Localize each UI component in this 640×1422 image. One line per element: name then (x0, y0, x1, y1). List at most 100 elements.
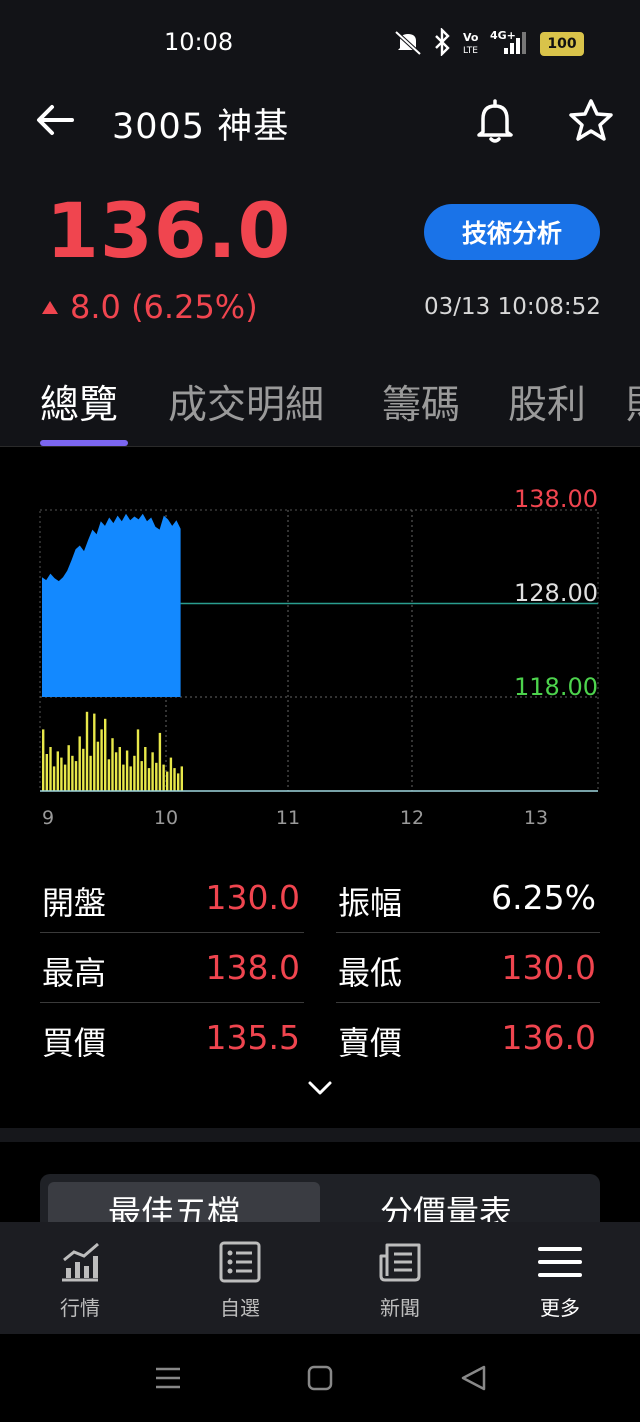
volume-bar (173, 768, 176, 791)
volume-bar (151, 752, 154, 791)
home-icon[interactable] (306, 1364, 334, 1392)
volume-bar (180, 766, 183, 791)
nav-item-news[interactable]: 新聞 (340, 1232, 460, 1328)
tab-transaction-details[interactable]: 成交明細 (168, 374, 324, 430)
nav-item-market[interactable]: 行情 (20, 1232, 140, 1328)
volume-bar (122, 764, 125, 791)
stat-label-open: 開盤 (42, 884, 107, 922)
price-change: 8.0 (6.25%) (42, 288, 258, 326)
stat-value-amplitude: 6.25% (491, 878, 596, 917)
price-label-mid: 128.00 (514, 579, 598, 607)
volume-bar (111, 738, 114, 791)
volte-icon: Vo LTE (463, 31, 479, 56)
stat-divider (40, 932, 304, 933)
back-arrow-icon[interactable] (32, 100, 78, 140)
svg-text:Vo: Vo (463, 31, 479, 44)
nav-item-watchlist[interactable]: 自選 (180, 1232, 300, 1328)
volume-bar (129, 766, 132, 791)
time-label-13: 13 (524, 807, 548, 829)
news-icon (379, 1243, 421, 1282)
stock-title: 3005 神基 (112, 107, 290, 147)
time-label-10: 10 (154, 807, 178, 829)
volume-bar (169, 757, 173, 791)
intraday-chart[interactable]: 138.00 128.00 118.00 9 10 11 12 13 (0, 480, 640, 830)
stat-value-open: 130.0 (205, 878, 300, 917)
volume-bar (74, 761, 78, 791)
volume-bar (177, 773, 180, 791)
stat-label-ask: 賣價 (338, 1024, 403, 1062)
bell-icon[interactable] (470, 96, 520, 146)
volume-bar (82, 748, 85, 791)
volume-bar (96, 741, 100, 791)
nav-label-news: 新聞 (380, 1296, 420, 1320)
volume-bar (125, 750, 129, 791)
nav-item-more[interactable]: 更多 (500, 1232, 620, 1328)
tab-chips[interactable]: 籌碼 (382, 374, 460, 430)
status-time: 10:08 (164, 28, 234, 56)
volume-bar (49, 747, 52, 791)
current-price: 136.0 (46, 186, 292, 275)
volume-bar (162, 764, 165, 791)
volume-bar (89, 755, 92, 791)
price-label-low: 118.00 (514, 673, 598, 701)
volume-bar (45, 754, 48, 791)
tab-overflow-partial[interactable]: 財 (626, 374, 640, 430)
time-label-9: 9 (42, 807, 54, 829)
volume-bar (166, 771, 169, 791)
volume-bar (147, 768, 151, 791)
volume-bar (63, 764, 67, 791)
battery-icon: 100 (540, 32, 584, 56)
stat-divider (40, 1002, 304, 1003)
technical-analysis-button[interactable]: 技術分析 (424, 204, 600, 260)
volume-bar (144, 747, 147, 791)
chevron-down-icon[interactable] (304, 1076, 336, 1100)
tab-overview[interactable]: 總覽 (40, 374, 118, 430)
stat-label-high: 最高 (42, 954, 107, 992)
nav-label-market: 行情 (60, 1296, 100, 1320)
menu-icon (538, 1247, 582, 1277)
bluetooth-icon (435, 28, 450, 56)
volume-bar (93, 713, 96, 791)
nav-label-more: 更多 (540, 1296, 580, 1320)
chart-icon (62, 1242, 99, 1282)
tab-dividend[interactable]: 股利 (508, 374, 586, 430)
stat-divider (336, 932, 600, 933)
volume-bar (42, 729, 45, 791)
price-change-value: 8.0 (6.25%) (70, 288, 258, 326)
volume-bar (85, 711, 89, 791)
volume-bar (107, 759, 111, 791)
quote-timestamp: 03/13 10:08:52 (424, 294, 601, 320)
up-arrow-icon (42, 300, 58, 314)
volume-bar (78, 736, 81, 791)
volume-bar (60, 757, 63, 791)
signal-icon: 4G+ (490, 29, 526, 54)
back-triangle-icon[interactable] (458, 1364, 488, 1392)
stat-value-high: 138.0 (205, 948, 300, 987)
volume-bar (56, 751, 59, 791)
volume-series (42, 711, 183, 791)
volume-bar (67, 745, 70, 791)
volume-bar (114, 752, 118, 791)
volume-bar (158, 732, 162, 791)
recent-apps-icon[interactable] (152, 1364, 184, 1392)
section-divider (0, 1128, 640, 1142)
stat-label-low: 最低 (338, 954, 403, 992)
time-label-11: 11 (276, 807, 300, 829)
stat-label-amplitude: 振幅 (338, 884, 403, 922)
stat-divider (336, 1002, 600, 1003)
volume-bar (52, 766, 56, 791)
list-icon (219, 1241, 261, 1283)
volume-bar (136, 729, 140, 791)
volume-bar (71, 755, 74, 791)
volume-bar (133, 755, 136, 791)
volume-bar (104, 718, 107, 791)
nav-label-watchlist: 自選 (220, 1296, 260, 1320)
volume-bar (100, 729, 103, 791)
stat-value-low: 130.0 (501, 948, 596, 987)
star-icon[interactable] (566, 96, 616, 146)
tabs-divider (0, 446, 640, 447)
stat-value-ask: 136.0 (501, 1018, 596, 1057)
time-label-12: 12 (400, 807, 424, 829)
price-label-high: 138.00 (514, 485, 598, 513)
svg-text:4G+: 4G+ (490, 29, 516, 42)
